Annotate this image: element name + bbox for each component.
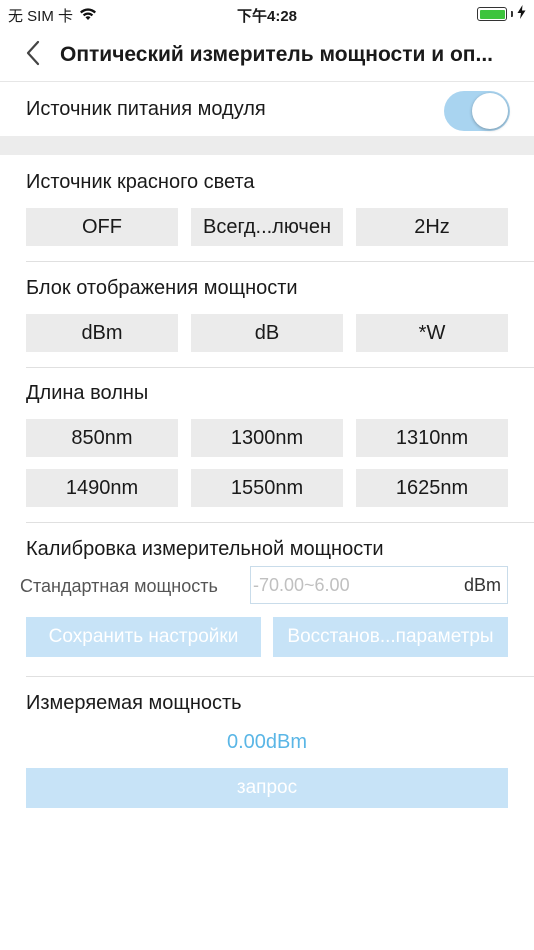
- chevron-left-icon: [25, 40, 41, 71]
- restore-parameters-button[interactable]: Восстанов...параметры: [273, 617, 508, 657]
- module-power-label: Источник питания модуля: [26, 98, 266, 120]
- calibration-label: Калибровка измерительной мощности: [26, 538, 384, 560]
- back-button[interactable]: [18, 40, 48, 70]
- standard-power-label: Стандартная мощность: [20, 576, 218, 596]
- measured-power-label: Измеряемая мощность: [26, 692, 242, 714]
- unit-w-button[interactable]: *W: [356, 314, 508, 352]
- wavelength-1310-button[interactable]: 1310nm: [356, 419, 508, 457]
- standard-power-field: dBm: [250, 566, 508, 604]
- red-light-off-button[interactable]: OFF: [26, 208, 178, 246]
- battery-fill: [479, 9, 505, 19]
- battery-cap: [511, 11, 513, 17]
- divider: [26, 676, 534, 677]
- module-power-toggle[interactable]: [444, 91, 510, 131]
- wavelength-1300-button[interactable]: 1300nm: [191, 419, 343, 457]
- status-bar: 无 SIM 卡 下午4:28: [0, 0, 534, 28]
- status-time: 下午4:28: [236, 8, 298, 25]
- divider: [26, 522, 534, 523]
- unit-dbm-button[interactable]: dBm: [26, 314, 178, 352]
- nav-bar: Оптический измеритель мощности и оп...: [0, 28, 534, 82]
- standard-power-input[interactable]: [253, 569, 453, 601]
- red-light-always-on-button[interactable]: Всегд...лючен: [191, 208, 343, 246]
- battery-icon: [477, 7, 507, 21]
- status-right: [477, 5, 526, 23]
- wavelength-1550-button[interactable]: 1550nm: [191, 469, 343, 507]
- measured-power-value: 0.00dBm: [226, 731, 308, 753]
- power-unit-label: Блок отображения мощности: [26, 277, 298, 299]
- save-settings-button[interactable]: Сохранить настройки: [26, 617, 261, 657]
- section-separator: [0, 136, 534, 155]
- divider: [26, 367, 534, 368]
- standard-power-unit: dBm: [463, 575, 501, 595]
- unit-db-button[interactable]: dB: [191, 314, 343, 352]
- red-light-label: Источник красного света: [26, 171, 255, 193]
- page-title: Оптический измеритель мощности и оп...: [60, 43, 493, 66]
- red-light-2hz-button[interactable]: 2Hz: [356, 208, 508, 246]
- module-power-row: Источник питания модуля: [0, 83, 534, 136]
- wavelength-1625-button[interactable]: 1625nm: [356, 469, 508, 507]
- wavelength-1490-button[interactable]: 1490nm: [26, 469, 178, 507]
- divider: [26, 261, 534, 262]
- wavelength-850-button[interactable]: 850nm: [26, 419, 178, 457]
- query-button[interactable]: запрос: [26, 768, 508, 808]
- toggle-knob: [472, 93, 508, 129]
- wavelength-label: Длина волны: [26, 382, 149, 404]
- charging-icon: [517, 5, 526, 23]
